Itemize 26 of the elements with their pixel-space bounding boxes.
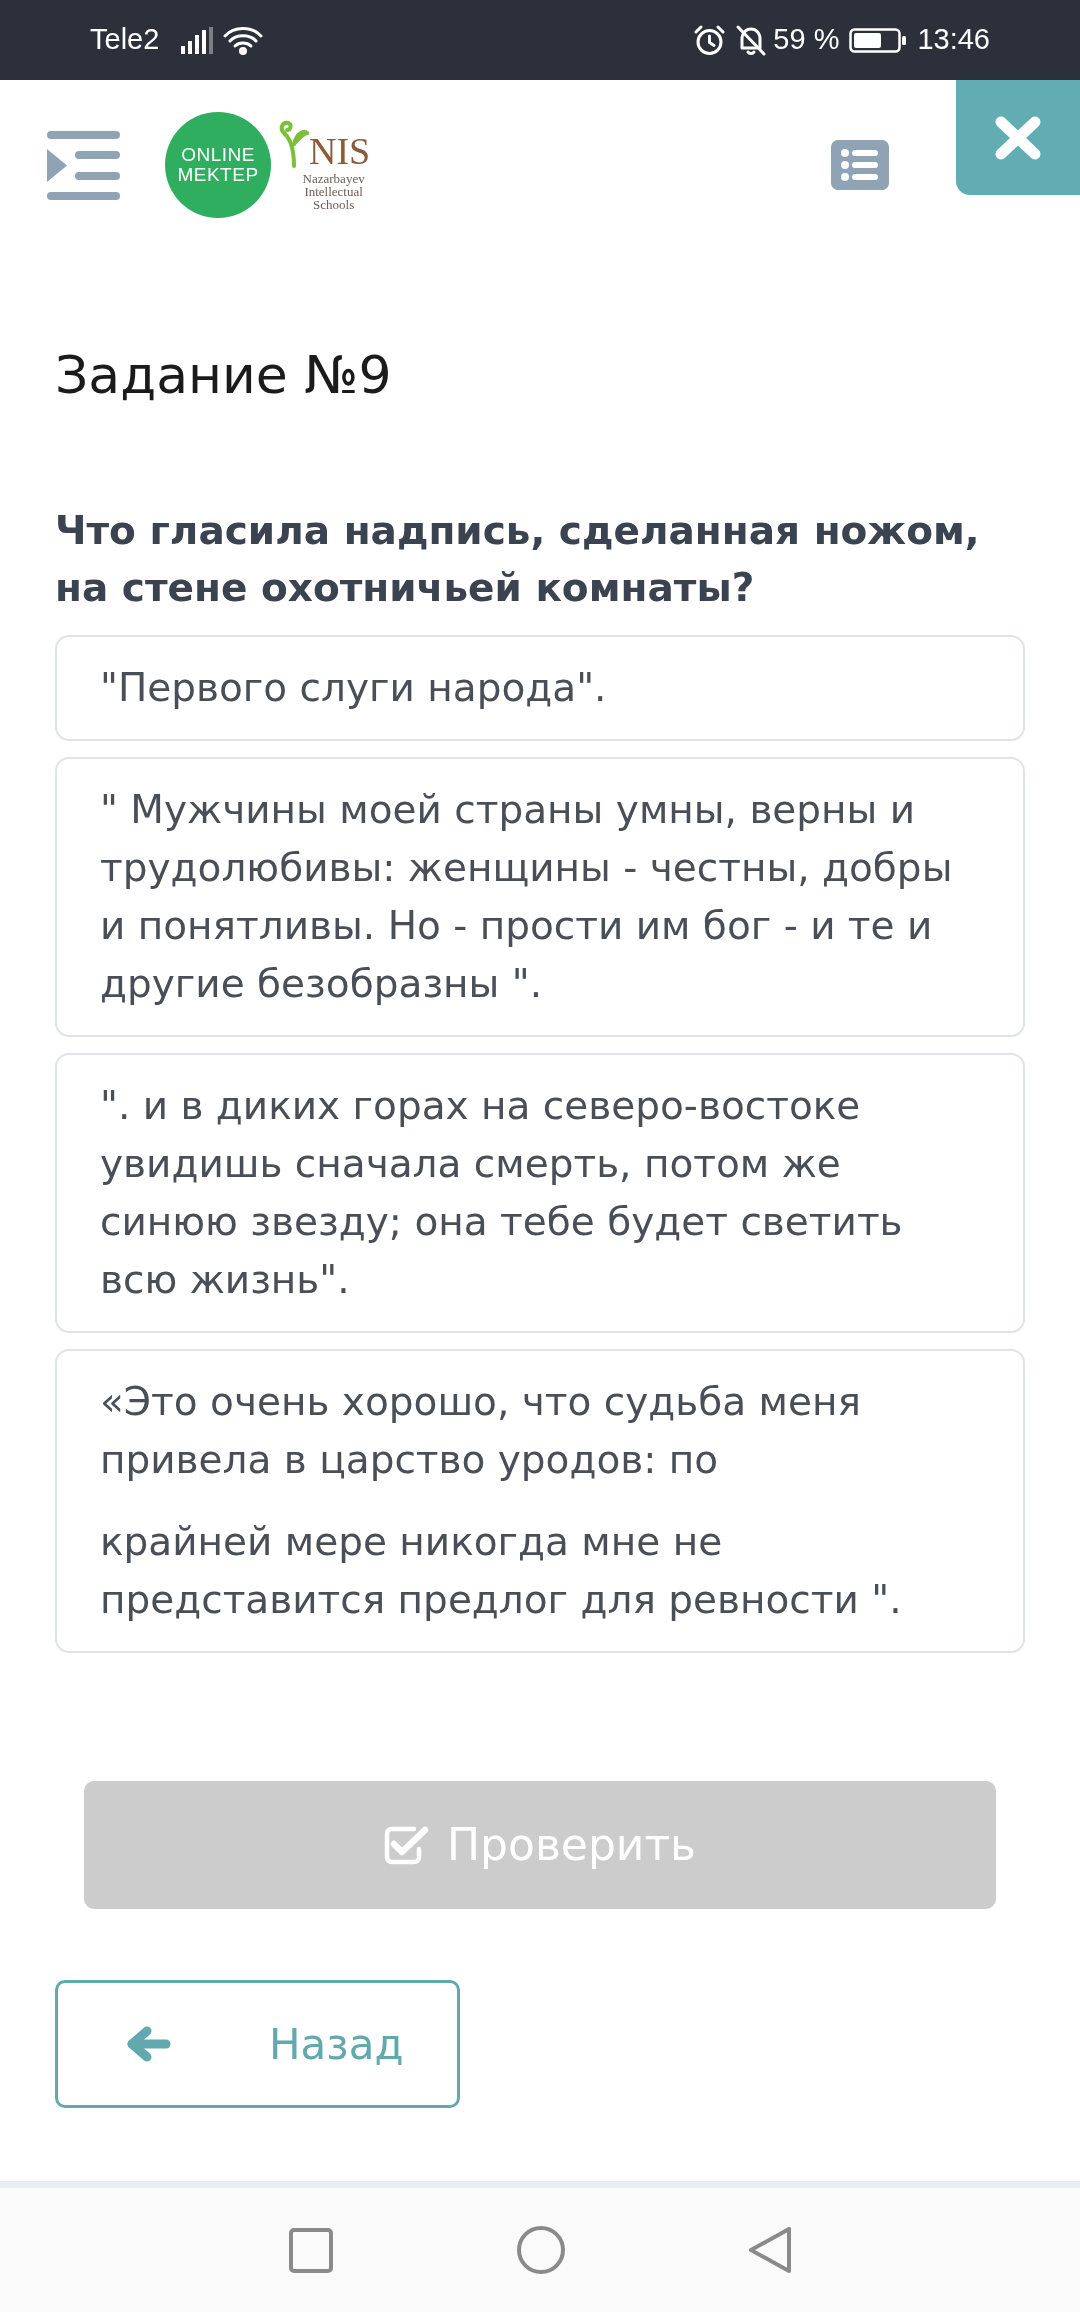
circle-icon[interactable] [517, 2226, 565, 2274]
back-icon[interactable] [749, 2227, 791, 2273]
task-title: Задание №9 [55, 344, 393, 407]
close-button[interactable] [956, 80, 1080, 195]
square-icon[interactable] [289, 2227, 333, 2273]
menu-icon[interactable] [47, 130, 120, 200]
check-square-icon [384, 1825, 429, 1865]
close-icon [995, 115, 1041, 160]
answer-option[interactable]: ". и в диких горах на северо-востоке увидишь сначала смерть, потом же синюю звезду; она тебе будет светить всю жизнь". [55, 1053, 1025, 1333]
signal-icon [181, 26, 214, 54]
answer-option[interactable]: «Это очень хорошо, что судьба меня привела в царство уродов: по крайней мере никогда мне не представится предлог для ревности ". [55, 1349, 1025, 1653]
alarm-icon [694, 24, 726, 56]
battery-icon [849, 27, 907, 53]
question-text: Что гласила надпись, сделанная ножом, на стене охотничьей комнаты? [55, 507, 981, 612]
carrier-name: Tele2 [90, 22, 160, 58]
logo-caption: Nazarbayev Intellectual Schools [302, 171, 365, 211]
bell-off-icon [736, 24, 767, 56]
answer-option[interactable]: " Мужчины моей страны умны, верны и трудолюбивы: женщины - честны, добры и понятливы. Но - прости им бог - и те и другие безобразны ". [55, 757, 1025, 1037]
answer-option[interactable]: "Первого слуги народа". [55, 635, 1025, 741]
list-icon[interactable] [831, 140, 889, 190]
logo-badge: ONLINE MEKTEP [165, 112, 271, 218]
clock-time: 13:46 [917, 22, 990, 58]
sprout-icon [277, 119, 309, 168]
logo-text: NIS [309, 133, 371, 168]
battery-percentage: 59 % [773, 22, 840, 58]
wifi-icon [223, 25, 265, 55]
